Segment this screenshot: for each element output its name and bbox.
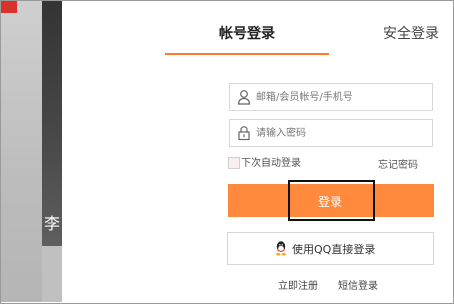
username-field[interactable]: [229, 83, 433, 111]
password-input[interactable]: [256, 120, 426, 146]
background-red-block: [1, 1, 17, 13]
forgot-password-link[interactable]: 忘记密码: [378, 156, 418, 171]
register-link[interactable]: 立即注册: [278, 277, 318, 292]
qq-penguin-icon: [274, 240, 288, 256]
auto-login-label: 下次自动登录: [241, 158, 301, 169]
background-grey-strip: [42, 246, 62, 302]
login-button-highlight-box: [288, 180, 375, 221]
auto-login-checkbox[interactable]: [228, 157, 240, 169]
sms-login-link[interactable]: 短信登录: [338, 277, 378, 292]
active-tab-underline: [165, 53, 329, 55]
tab-secure-login[interactable]: 安全登录: [383, 23, 439, 43]
password-field[interactable]: [229, 119, 433, 147]
background-image-left: [1, 1, 42, 302]
user-icon: [237, 89, 251, 105]
qq-login-label: 使用QQ直接登录: [292, 243, 376, 256]
username-input[interactable]: [256, 84, 426, 110]
lock-icon: [237, 125, 251, 141]
tab-account-login[interactable]: 帐号登录: [219, 23, 275, 43]
background-partial-text: 李: [44, 214, 61, 233]
